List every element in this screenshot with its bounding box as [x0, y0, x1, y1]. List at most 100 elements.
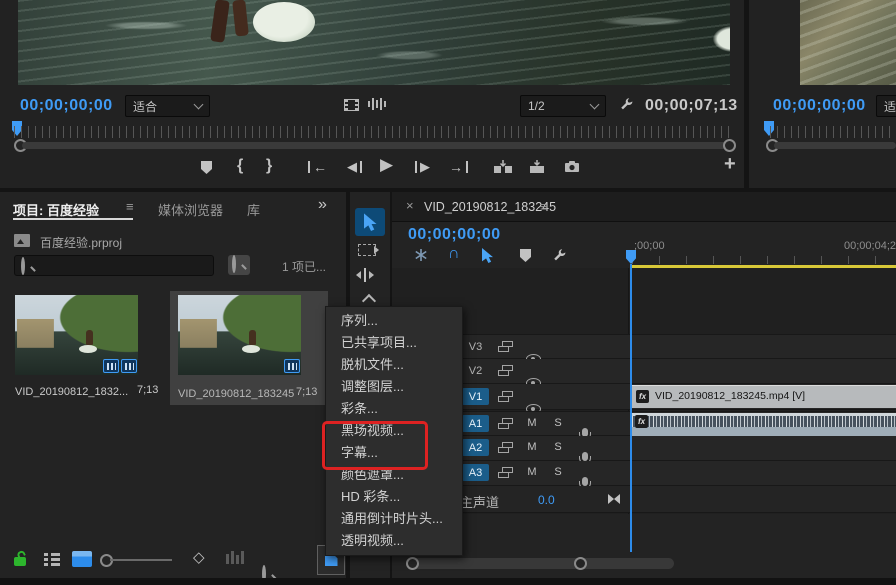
panel-divider[interactable]: [744, 0, 749, 188]
sort-icons-button[interactable]: ◇: [193, 548, 205, 566]
master-level-value[interactable]: 0.0: [538, 493, 555, 507]
track-label-a3[interactable]: A3: [462, 464, 489, 481]
tab-libraries[interactable]: 库: [247, 200, 260, 219]
tab-media-browser[interactable]: 媒体浏览器: [158, 200, 223, 219]
audio-waveform-icon[interactable]: [368, 97, 386, 111]
mute-track-button[interactable]: M: [524, 466, 540, 478]
more-panels-icon[interactable]: »: [318, 196, 327, 214]
selection-arrow-icon: [363, 213, 377, 231]
annotation-highlight-box: [322, 421, 428, 470]
sequence-badge-icon[interactable]: [284, 359, 300, 373]
add-marker-button[interactable]: [201, 161, 212, 174]
clip-thumbnail[interactable]: [15, 295, 138, 375]
lock-icon[interactable]: [14, 557, 26, 566]
close-icon[interactable]: ×: [406, 198, 414, 213]
menu-item-sequence[interactable]: 序列...: [326, 310, 462, 332]
timeline-ruler-ticks[interactable]: [632, 256, 896, 264]
menu-item-offline-file[interactable]: 脱机文件...: [326, 354, 462, 376]
track-label-a1[interactable]: A1: [462, 415, 489, 432]
track-select-forward-tool[interactable]: [358, 244, 379, 256]
menu-item-hd-bars[interactable]: HD 彩条...: [326, 486, 462, 508]
timeline-tab-label[interactable]: VID_20190812_183245: [424, 200, 556, 214]
track-label-v1[interactable]: V1: [462, 388, 489, 405]
menu-item-adjustment-layer[interactable]: 调整图层...: [326, 376, 462, 398]
settings-wrench-icon[interactable]: [619, 97, 634, 112]
source-time-ruler[interactable]: [14, 126, 732, 138]
video-badge-icon[interactable]: [103, 359, 119, 373]
track-label-v2[interactable]: V2: [462, 362, 489, 379]
source-zoombar[interactable]: [22, 142, 728, 149]
timeline-timecode[interactable]: 00;00;00;00: [408, 226, 501, 244]
project-icon: [14, 234, 30, 247]
program-zoom-select[interactable]: 适: [876, 95, 896, 117]
search-bin-button[interactable]: [228, 255, 250, 275]
master-track-label: 主声道: [460, 495, 500, 510]
step-back-button[interactable]: ◀: [347, 159, 362, 175]
clip-thumbnail[interactable]: [178, 295, 301, 375]
source-patch-icon[interactable]: [498, 418, 513, 430]
timeline-video-clip[interactable]: fx VID_20190812_183245.mp4 [V]: [632, 385, 896, 408]
scrollbar-right-handle[interactable]: [574, 557, 587, 570]
go-to-in-button[interactable]: ←: [308, 159, 327, 175]
program-time-ruler[interactable]: [770, 126, 896, 138]
voiceover-record-icon[interactable]: [579, 477, 591, 492]
go-to-out-button[interactable]: →: [449, 159, 468, 175]
clip-name[interactable]: VID_20190812_183245: [178, 388, 294, 400]
clip-name[interactable]: VID_20190812_1832...: [15, 386, 128, 398]
audio-waveform: [632, 416, 896, 427]
timeline-h-scrollbar[interactable]: [406, 558, 674, 569]
button-editor-plus[interactable]: +: [724, 153, 736, 176]
program-zoombar[interactable]: [774, 142, 896, 149]
linked-selection-icon[interactable]: [482, 248, 493, 263]
panel-menu-icon[interactable]: ≡: [540, 199, 548, 214]
thumbnail-zoom-slider[interactable]: [110, 559, 172, 561]
snap-magnet-icon[interactable]: ∩: [448, 245, 460, 263]
automate-to-sequence-button[interactable]: [226, 550, 244, 564]
source-patch-icon[interactable]: [498, 365, 513, 377]
selection-tool[interactable]: [355, 208, 385, 236]
mark-out-button[interactable]: }: [266, 157, 272, 175]
timeline-settings-wrench-icon[interactable]: [552, 248, 567, 263]
step-forward-button[interactable]: ▶: [415, 159, 430, 175]
scrollbar-left-handle[interactable]: [406, 557, 419, 570]
menu-item-universal-counting-leader[interactable]: 通用倒计时片头...: [326, 508, 462, 530]
icon-view-button[interactable]: [72, 551, 92, 567]
menu-item-shared-project[interactable]: 已共享项目...: [326, 332, 462, 354]
source-patch-icon[interactable]: [498, 391, 513, 403]
voiceover-record-icon[interactable]: [579, 452, 591, 467]
source-patch-icon[interactable]: [498, 467, 513, 479]
overwrite-button[interactable]: [529, 160, 545, 173]
menu-item-bars-and-tone[interactable]: 彩条...: [326, 398, 462, 420]
add-marker-icon[interactable]: [520, 249, 531, 262]
ripple-edit-tool[interactable]: [356, 268, 374, 282]
tab-project[interactable]: 项目: 百度经验: [13, 200, 99, 219]
source-zoom-select[interactable]: 适合: [125, 95, 210, 117]
nest-sequence-icon[interactable]: [414, 248, 428, 262]
play-button[interactable]: ▶: [380, 155, 393, 175]
mark-in-button[interactable]: {: [237, 157, 243, 175]
solo-track-button[interactable]: S: [550, 417, 566, 429]
track-label-a2[interactable]: A2: [462, 439, 489, 456]
panel-menu-icon[interactable]: ≡: [126, 199, 134, 214]
track-row-v2: V2: [392, 359, 896, 388]
export-frame-button[interactable]: [564, 160, 580, 172]
audio-badge-icon[interactable]: [121, 359, 137, 373]
search-input[interactable]: [14, 255, 214, 276]
insert-button[interactable]: [494, 160, 512, 173]
source-patch-icon[interactable]: [498, 442, 513, 454]
output-settings-icon[interactable]: [344, 99, 359, 111]
source-patch-icon[interactable]: [498, 341, 513, 353]
source-zoombar-right-handle[interactable]: [723, 139, 736, 152]
white-bag: [253, 2, 315, 42]
solo-track-button[interactable]: S: [550, 466, 566, 478]
timeline-audio-clip[interactable]: fx: [632, 413, 896, 436]
playback-resolution-select[interactable]: 1/2: [520, 95, 606, 117]
pan-bowtie-icon[interactable]: [608, 494, 620, 504]
list-view-button[interactable]: [44, 553, 60, 566]
solo-track-button[interactable]: S: [550, 441, 566, 453]
mute-track-button[interactable]: M: [524, 441, 540, 453]
menu-item-transparent-video[interactable]: 透明视频...: [326, 530, 462, 552]
track-label-v3[interactable]: V3: [462, 338, 489, 355]
project-file-name[interactable]: 百度经验.prproj: [40, 234, 122, 251]
mute-track-button[interactable]: M: [524, 417, 540, 429]
